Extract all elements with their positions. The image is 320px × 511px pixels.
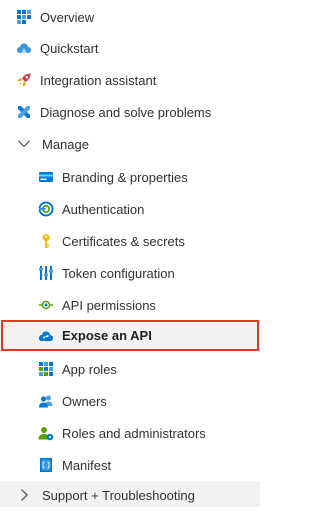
nav-item-overview[interactable]: Overview: [0, 1, 260, 33]
nav-item-roles-and-administrators[interactable]: Roles and administrators: [0, 417, 260, 449]
nav-item-integration-assistant[interactable]: Integration assistant: [0, 64, 260, 96]
nav-item-label: Expose an API: [62, 328, 152, 343]
authentication-icon: [38, 201, 54, 217]
nav-item-label: Quickstart: [40, 40, 99, 56]
nav-item-label: App roles: [62, 361, 117, 377]
nav-item-owners[interactable]: Owners: [0, 385, 260, 417]
nav-item-expose-an-api[interactable]: Expose an API: [0, 320, 260, 351]
nav-item-quickstart[interactable]: Quickstart: [0, 32, 260, 64]
nav-item-app-roles[interactable]: App roles: [0, 353, 260, 385]
cloud-quickstart-icon: [16, 40, 32, 56]
nav-item-label: API permissions: [62, 297, 156, 313]
nav-item-token-configuration[interactable]: Token configuration: [0, 257, 260, 289]
branding-card-icon: [38, 169, 54, 185]
app-roles-grid-icon: [38, 361, 54, 377]
key-icon: [38, 233, 54, 249]
nav-item-manifest[interactable]: Manifest: [0, 449, 260, 481]
nav-item-label: Token configuration: [62, 265, 175, 281]
nav-item-label: Integration assistant: [40, 72, 157, 88]
nav-group-label: Manage: [42, 136, 89, 152]
chevron-down-icon: [16, 136, 32, 152]
rocket-icon: [16, 72, 32, 88]
nav-item-label: Roles and administrators: [62, 425, 206, 441]
nav-item-label: Branding & properties: [62, 169, 188, 185]
nav-group-support[interactable]: Support + Troubleshooting: [0, 479, 260, 511]
nav-item-label: Manifest: [62, 457, 112, 473]
cloud-api-icon: [38, 328, 54, 344]
token-bars-icon: [38, 265, 54, 281]
nav-group-manage[interactable]: Manage: [0, 128, 260, 160]
nav-item-label: Diagnose and solve problems: [40, 104, 212, 120]
nav-item-authentication[interactable]: Authentication: [0, 193, 260, 225]
manifest-icon: [38, 457, 54, 473]
owners-people-icon: [38, 393, 54, 409]
chevron-right-icon: [16, 487, 32, 503]
nav-item-label: Authentication: [62, 201, 145, 217]
roles-admin-icon: [38, 425, 54, 441]
nav-item-diagnose[interactable]: Diagnose and solve problems: [0, 96, 260, 128]
nav-item-label: Certificates & secrets: [62, 233, 185, 249]
nav-item-certificates[interactable]: Certificates & secrets: [0, 225, 260, 257]
nav-item-label: Overview: [40, 9, 95, 25]
nav-item-branding[interactable]: Branding & properties: [0, 161, 260, 193]
sidebar-nav: Overview Quickstart Integration assistan…: [0, 0, 260, 507]
nav-item-api-permissions[interactable]: API permissions: [0, 289, 260, 321]
nav-group-label: Support + Troubleshooting: [42, 487, 195, 503]
nav-item-label: Owners: [62, 393, 107, 409]
wrench-icon: [16, 104, 32, 120]
overview-grid-icon: [16, 9, 32, 25]
api-permissions-icon: [38, 297, 54, 313]
